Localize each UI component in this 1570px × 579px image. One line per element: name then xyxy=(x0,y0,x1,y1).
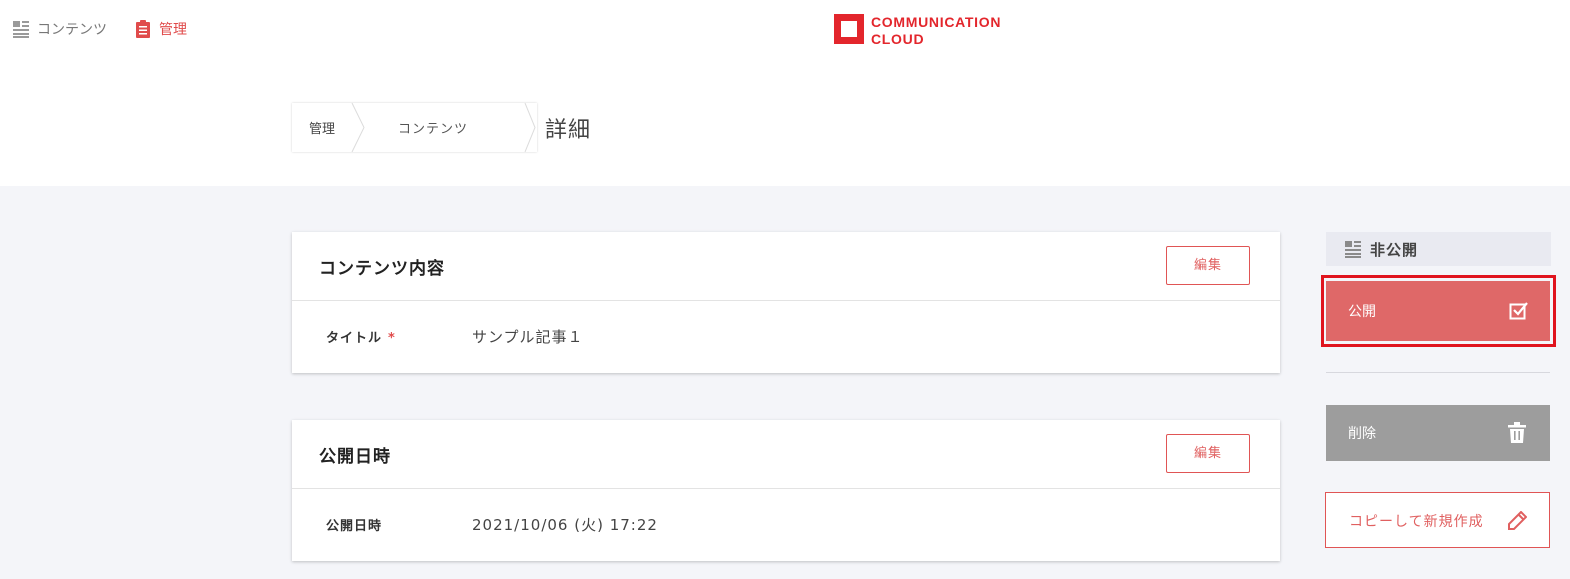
breadcrumb-current: 詳細 xyxy=(545,117,592,143)
publish-date-value: 2021/10/06 (火) 17:22 xyxy=(472,516,658,534)
breadcrumb: 管理 コンテンツ 詳細 xyxy=(292,103,591,152)
nav-contents[interactable]: コンテンツ xyxy=(12,19,107,39)
logo-mark-icon xyxy=(834,14,864,44)
publish-date-row: 公開日時 2021/10/06 (火) 17:22 xyxy=(292,489,1280,561)
required-mark: * xyxy=(388,331,396,346)
nav-admin-label: 管理 xyxy=(159,22,187,38)
breadcrumb-item-contents[interactable]: コンテンツ xyxy=(370,103,517,152)
content-card-title: コンテンツ内容 xyxy=(319,259,445,279)
publish-date-edit-button[interactable]: 編集 xyxy=(1166,434,1250,473)
trash-icon xyxy=(1508,422,1526,443)
publish-button[interactable]: 公開 xyxy=(1326,281,1550,341)
publish-date-card: 公開日時 編集 公開日時 2021/10/06 (火) 17:22 xyxy=(292,420,1280,561)
pencil-icon xyxy=(1508,511,1527,530)
nav-contents-label: コンテンツ xyxy=(37,22,107,38)
checkbox-icon xyxy=(1509,302,1528,320)
breadcrumb-item-admin[interactable]: 管理 xyxy=(292,103,350,152)
delete-button[interactable]: 削除 xyxy=(1326,405,1550,461)
logo-line-2: CLOUD xyxy=(871,31,925,47)
delete-button-label: 削除 xyxy=(1348,426,1376,442)
breadcrumb-separator-icon xyxy=(351,103,365,152)
page-header: 管理 コンテンツ 詳細 xyxy=(0,70,1570,186)
status-text: 非公開 xyxy=(1370,240,1419,259)
publish-button-label: 公開 xyxy=(1348,304,1376,320)
status-badge: 非公開 xyxy=(1326,232,1551,266)
top-bar: コンテンツ 管理 COMMUNICATION CLOUD xyxy=(0,0,1570,70)
title-field-row: タイトル * サンプル記事１ xyxy=(292,301,1280,373)
publish-date-card-title: 公開日時 xyxy=(319,447,391,467)
content-card: コンテンツ内容 編集 タイトル * サンプル記事１ xyxy=(292,232,1280,373)
list-icon xyxy=(1345,241,1361,258)
content-edit-button[interactable]: 編集 xyxy=(1166,246,1250,285)
publish-date-label: 公開日時 xyxy=(326,519,383,534)
sidebar-divider xyxy=(1326,372,1550,373)
nav-admin[interactable]: 管理 xyxy=(134,19,187,39)
app-logo[interactable]: COMMUNICATION CLOUD xyxy=(834,14,1001,48)
logo-line-1: COMMUNICATION xyxy=(871,14,1002,30)
title-field-label-text: タイトル xyxy=(326,331,383,346)
copy-create-button[interactable]: コピーして新規作成 xyxy=(1325,492,1550,548)
publish-date-card-header: 公開日時 編集 xyxy=(292,420,1280,489)
logo-text: COMMUNICATION CLOUD xyxy=(871,14,1001,48)
clipboard-icon xyxy=(136,20,150,38)
title-field-value: サンプル記事１ xyxy=(472,328,584,346)
copy-create-button-label: コピーして新規作成 xyxy=(1349,514,1484,530)
title-field-label: タイトル * xyxy=(326,327,396,346)
breadcrumb-separator-icon xyxy=(517,103,536,152)
breadcrumb-links: 管理 コンテンツ xyxy=(292,103,538,152)
content-card-header: コンテンツ内容 編集 xyxy=(292,232,1280,301)
list-icon xyxy=(13,21,29,38)
